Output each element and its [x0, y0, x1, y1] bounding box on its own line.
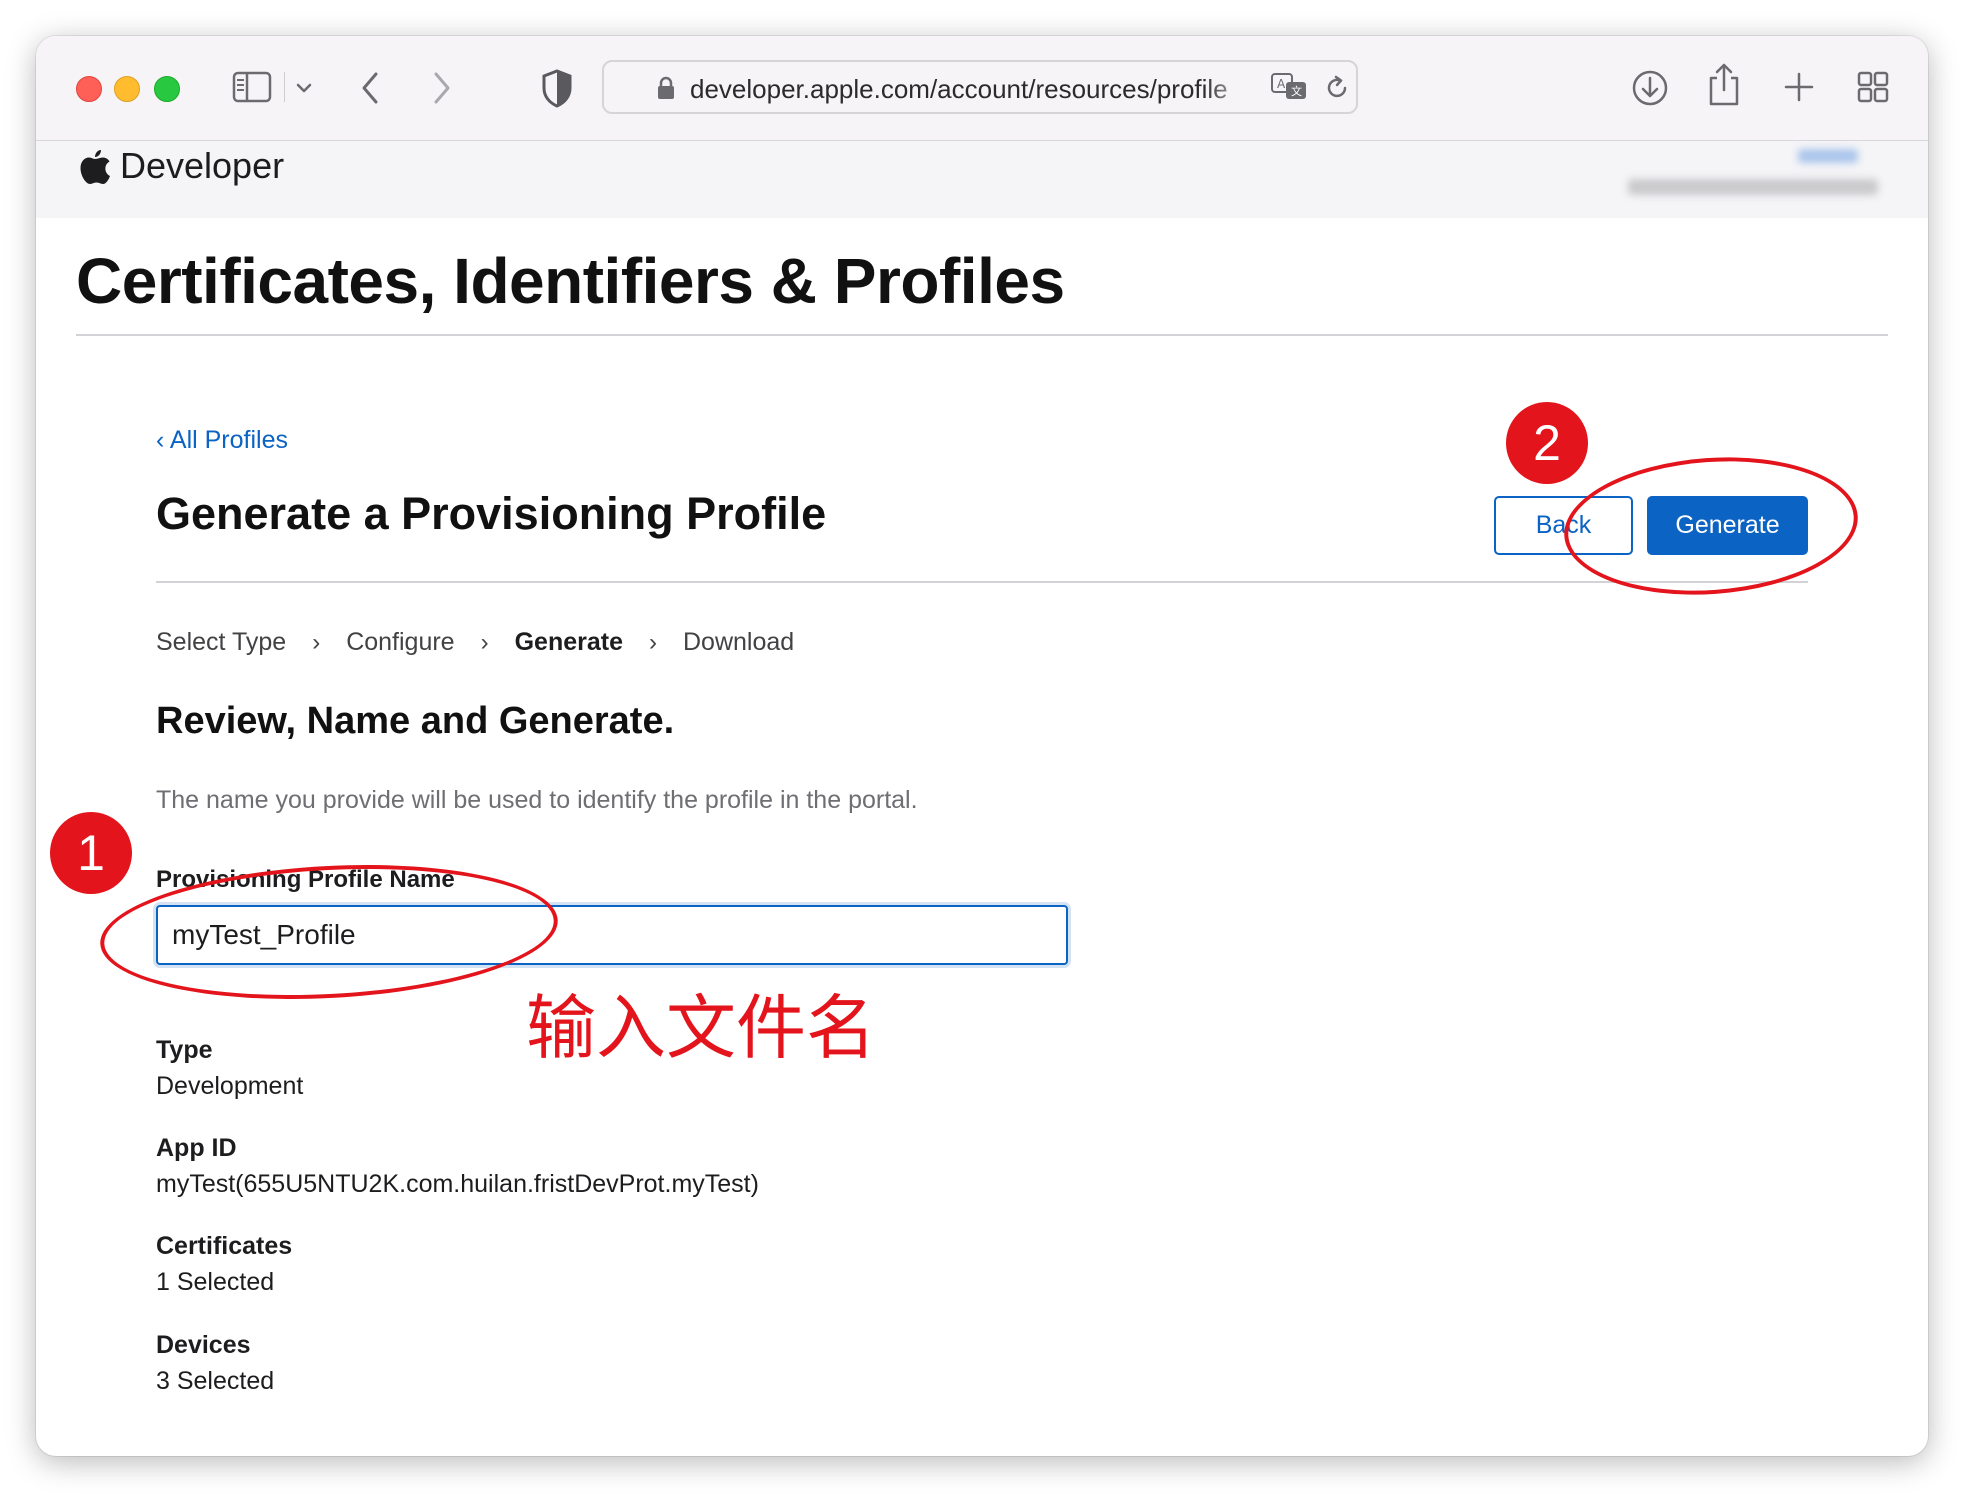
review-heading: Review, Name and Generate. — [156, 700, 675, 742]
zoom-window-button[interactable] — [154, 76, 180, 102]
lock-icon — [658, 76, 674, 99]
url-fade — [1204, 66, 1254, 110]
developer-home-link[interactable]: Developer — [78, 145, 284, 187]
annotation-badge-1: 1 — [50, 812, 132, 894]
account-info-blurred — [1578, 149, 1898, 209]
reload-icon[interactable] — [1324, 74, 1350, 102]
certificates-value: 1 Selected — [156, 1268, 275, 1296]
app-id-value: myTest(655U5NTU2K.com.huilan.fristDevPro… — [156, 1170, 759, 1198]
step-select-type: Select Type — [156, 628, 287, 656]
download-icon[interactable] — [1630, 68, 1670, 108]
app-id-label: App ID — [156, 1134, 237, 1162]
address-bar[interactable]: developer.apple.com/account/resources/pr… — [602, 60, 1358, 114]
developer-nav-bar: Developer — [36, 141, 1928, 218]
type-label: Type — [156, 1036, 213, 1064]
new-tab-icon[interactable] — [1782, 70, 1816, 104]
devices-label: Devices — [156, 1331, 251, 1359]
step-configure: Configure — [346, 628, 455, 656]
all-profiles-link[interactable]: ‹ All Profiles — [156, 426, 288, 455]
section-title: Generate a Provisioning Profile — [156, 488, 827, 539]
page-title: Certificates, Identifiers & Profiles — [76, 245, 1065, 317]
all-profiles-label: All Profiles — [169, 426, 288, 454]
certificates-label: Certificates — [156, 1232, 293, 1260]
close-window-button[interactable] — [76, 76, 102, 102]
step-download: Download — [682, 628, 795, 656]
chevron-right-icon: › — [312, 628, 321, 656]
svg-text:A: A — [1277, 77, 1286, 91]
tab-overview-icon[interactable] — [1856, 70, 1890, 104]
minimize-window-button[interactable] — [114, 76, 140, 102]
url-text: developer.apple.com/account/resources/pr… — [690, 74, 1228, 104]
review-description: The name you provide will be used to ide… — [156, 786, 918, 814]
developer-brand: Developer — [120, 145, 285, 186]
share-icon[interactable] — [1706, 62, 1742, 108]
sidebar-icon[interactable] — [232, 70, 272, 104]
chevron-right-icon: › — [648, 628, 657, 656]
devices-value: 3 Selected — [156, 1367, 275, 1395]
translate-icon[interactable]: A 文 — [1270, 72, 1310, 102]
chevron-down-icon[interactable] — [294, 78, 314, 98]
section-divider — [156, 581, 1808, 583]
forward-arrow-icon[interactable] — [426, 68, 456, 108]
annotation-badge-2: 2 — [1506, 402, 1588, 484]
back-arrow-icon[interactable] — [356, 68, 386, 108]
type-value: Development — [156, 1072, 304, 1100]
apple-logo-icon — [80, 150, 110, 184]
step-indicator: Select Type › Configure › Generate › Dow… — [156, 628, 794, 657]
browser-toolbar: developer.apple.com/account/resources/pr… — [36, 36, 1928, 141]
shield-icon[interactable] — [540, 68, 574, 108]
toolbar-divider — [284, 72, 285, 102]
title-divider — [76, 334, 1888, 336]
step-generate: Generate — [514, 628, 623, 656]
chevron-right-icon: › — [480, 628, 489, 656]
annotation-note: 输入文件名 — [518, 972, 884, 1073]
svg-text:文: 文 — [1291, 84, 1302, 98]
browser-window: developer.apple.com/account/resources/pr… — [36, 36, 1928, 1456]
